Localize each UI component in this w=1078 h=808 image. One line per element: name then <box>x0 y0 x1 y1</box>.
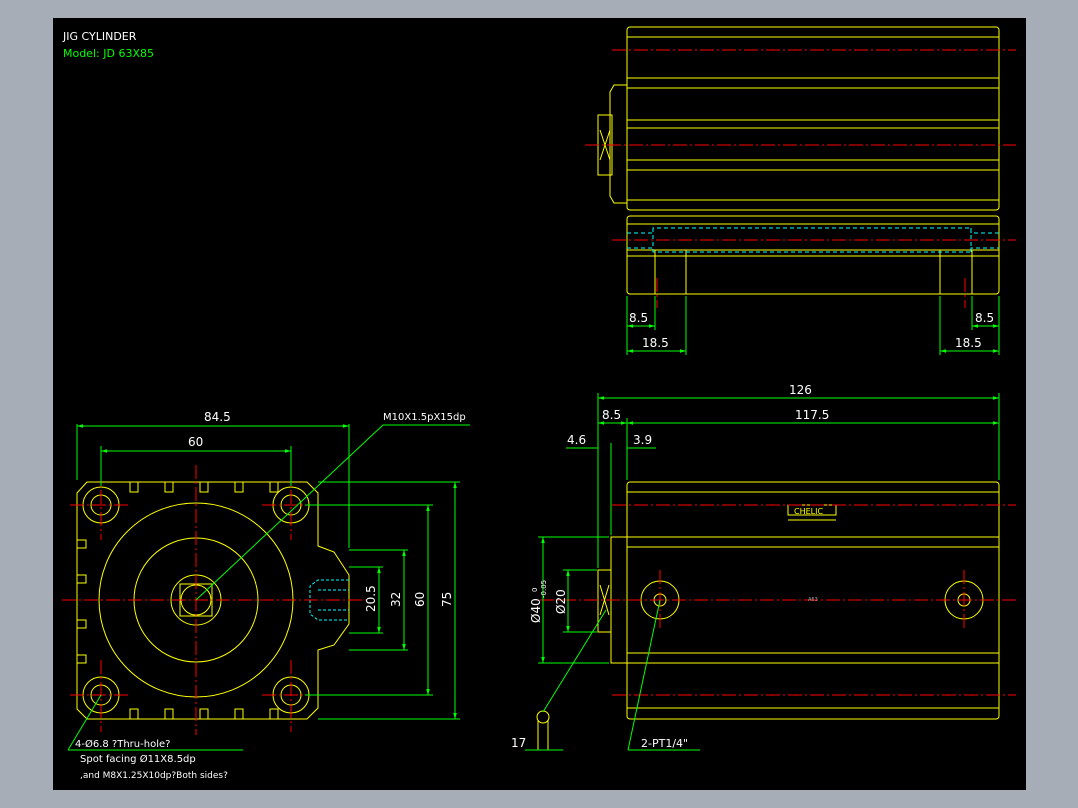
dim-front-overall-width: 84.5 <box>204 410 231 424</box>
dim-side-rod-dia: Ø40 <box>529 598 543 623</box>
dim-top-right-large: 18.5 <box>955 336 982 350</box>
dim-side-boss-length: 3.9 <box>633 433 652 447</box>
dim-front-overall-height: 75 <box>440 592 454 607</box>
dim-side-cap-length: 8.5 <box>602 408 621 422</box>
dim-side-flat: 17 <box>511 736 526 750</box>
top-view-centerlines <box>585 49 1016 308</box>
top-view-dimensions <box>626 296 1000 355</box>
top-view: 8.5 18.5 8.5 18.5 <box>585 26 1016 355</box>
front-view: 84.5 60 M10X1.5pX15dp 20.5 32 60 75 4-Ø6… <box>62 410 470 781</box>
front-view-dimensions <box>67 424 470 751</box>
dim-front-bolt-pitch-h: 60 <box>188 435 203 449</box>
dim-side-total-length: 126 <box>789 383 812 397</box>
dim-top-right-small: 8.5 <box>975 311 994 325</box>
dim-front-port-spacing: 20.5 <box>364 585 378 612</box>
center-note: A63 <box>808 597 818 603</box>
dim-top-left-large: 18.5 <box>642 336 669 350</box>
callout-hole-3: ,and M8X1.25X10dp?Both sides? <box>80 771 228 781</box>
dim-side-rod-tol-lower: -0.05 <box>540 580 548 598</box>
dim-top-left-small: 8.5 <box>629 311 648 325</box>
drawing-model: Model: JD 63X85 <box>63 47 154 60</box>
dim-side-rod-tol-upper: 0 <box>531 588 539 592</box>
dim-front-bolt-pitch-v: 60 <box>413 592 427 607</box>
dim-side-rod-offset: 4.6 <box>567 433 586 447</box>
callout-thread: M10X1.5pX15dp <box>383 412 466 423</box>
dim-front-pitch-32: 32 <box>389 592 403 607</box>
callout-hole-1: 4-Ø6.8 ?Thru-hole? <box>75 738 170 750</box>
side-view-outline <box>536 481 1000 750</box>
drawing-title: JIG CYLINDER <box>62 30 137 43</box>
side-view-dimensions <box>525 393 1000 751</box>
side-view: 126 8.5 117.5 4.6 3.9 Ø40 0 -0.05 Ø20 17… <box>511 383 1016 751</box>
brand-label: CHELIC <box>794 507 823 516</box>
callout-hole-2: Spot facing Ø11X8.5dp <box>80 753 196 765</box>
dim-side-pin-dia: Ø20 <box>554 589 568 614</box>
cad-drawing[interactable]: JIG CYLINDER Model: JD 63X85 8.5 18.5 8.… <box>0 0 1078 808</box>
callout-ports: 2-PT1/4" <box>641 737 688 750</box>
dim-side-body-length: 117.5 <box>795 408 829 422</box>
top-view-outline <box>597 26 1000 295</box>
